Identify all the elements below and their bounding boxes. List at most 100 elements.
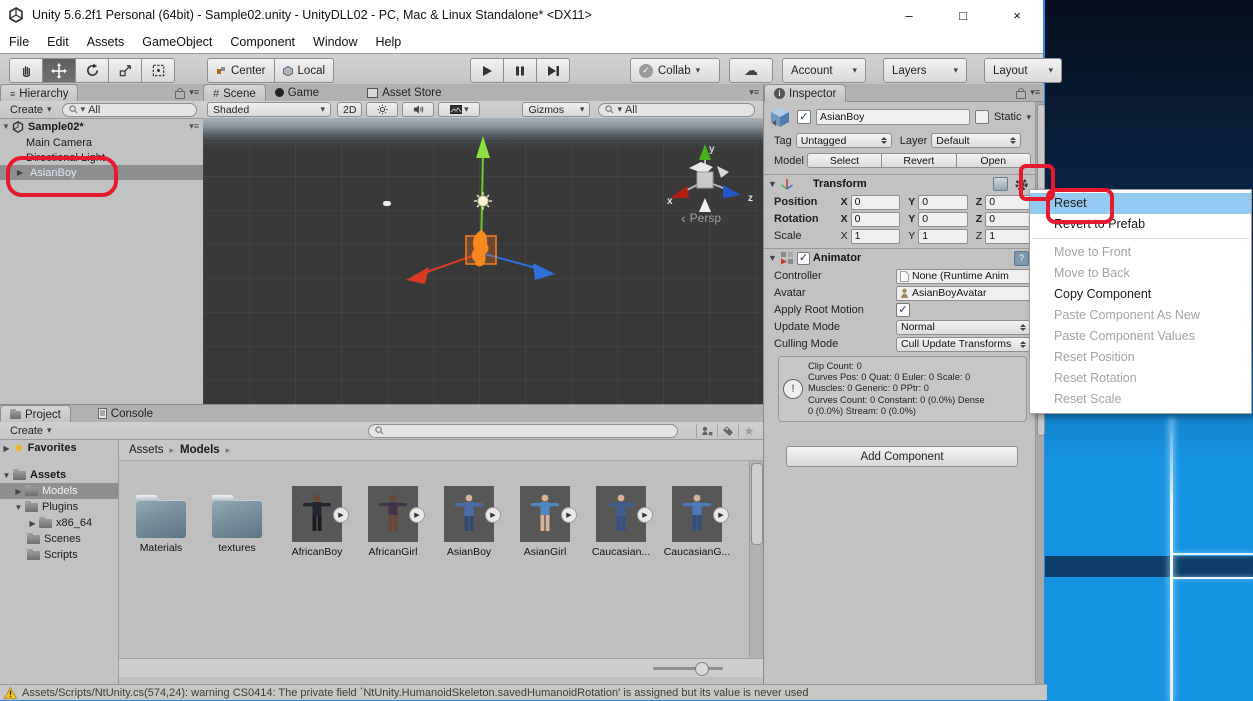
- layout-dropdown[interactable]: Layout ▾: [984, 58, 1062, 83]
- asset-item-asianboy[interactable]: ▶ AsianBoy: [431, 484, 507, 558]
- tree-scenes[interactable]: Scenes: [0, 531, 118, 547]
- hierarchy-search-input[interactable]: ▾ All: [62, 103, 197, 117]
- panel-menu-icon[interactable]: ▾≡: [189, 87, 199, 98]
- scene-row[interactable]: ▼ Sample02* ▾≡: [0, 118, 203, 135]
- menu-gameobject[interactable]: GameObject: [133, 35, 221, 49]
- tree-favorites[interactable]: ▶ ★ Favorites: [0, 440, 118, 456]
- menu-item-revert-to-prefab[interactable]: Revert to Prefab: [1030, 214, 1251, 235]
- scale-z-field[interactable]: 1: [985, 229, 1031, 244]
- menu-item-reset-rotation[interactable]: Reset Rotation: [1030, 368, 1251, 389]
- console-tab[interactable]: Console: [89, 405, 162, 422]
- move-tool-button[interactable]: [43, 58, 76, 83]
- animator-enabled-checkbox[interactable]: ✓: [797, 252, 810, 265]
- controller-object-field[interactable]: None (Runtime Anim: [896, 269, 1031, 284]
- gameobject-name-field[interactable]: AsianBoy: [816, 109, 970, 125]
- fold-open-icon[interactable]: ▼: [768, 179, 777, 189]
- menu-help[interactable]: Help: [366, 35, 410, 49]
- rect-tool-button[interactable]: [142, 58, 175, 83]
- tree-models[interactable]: ▶ Models: [0, 483, 118, 499]
- expand-model-icon[interactable]: ▶: [637, 507, 653, 523]
- shaded-dropdown[interactable]: Shaded▾: [207, 102, 331, 117]
- position-y-field[interactable]: 0: [918, 195, 968, 210]
- project-search-input[interactable]: [368, 424, 678, 438]
- maximize-button[interactable]: □: [951, 8, 975, 23]
- inspector-tab[interactable]: i Inspector: [764, 84, 846, 102]
- asset-item-africangirl[interactable]: ▶ AfricanGirl: [355, 484, 431, 558]
- fold-closed-icon[interactable]: ▶: [0, 487, 25, 496]
- scene-search-input[interactable]: ▾ All: [598, 103, 755, 117]
- add-component-button[interactable]: Add Component: [786, 446, 1018, 467]
- position-z-field[interactable]: 0: [985, 195, 1031, 210]
- menu-item-move-to-front[interactable]: Move to Front: [1030, 242, 1251, 263]
- 2d-toggle-button[interactable]: 2D: [337, 102, 362, 117]
- project-tab[interactable]: Project: [0, 405, 71, 423]
- gizmos-dropdown[interactable]: Gizmos▾: [522, 102, 590, 117]
- asset-item-textures[interactable]: textures: [199, 486, 275, 554]
- cloud-services-button[interactable]: ☁: [729, 58, 773, 83]
- scale-y-field[interactable]: 1: [918, 229, 968, 244]
- asset-store-tab[interactable]: Asset Store: [358, 84, 450, 101]
- expand-model-icon[interactable]: ▶: [409, 507, 425, 523]
- rotation-x-field[interactable]: 0: [851, 212, 901, 227]
- menu-item-paste-component-as-new[interactable]: Paste Component As New: [1030, 305, 1251, 326]
- collab-dropdown[interactable]: ✓ Collab ▾: [630, 58, 720, 83]
- menu-item-reset-scale[interactable]: Reset Scale: [1030, 389, 1251, 410]
- rotation-y-field[interactable]: 0: [918, 212, 968, 227]
- tree-scripts[interactable]: Scripts: [0, 547, 118, 563]
- pause-button[interactable]: [504, 58, 537, 83]
- tree-x86-64[interactable]: ▶ x86_64: [0, 515, 118, 531]
- slider-thumb[interactable]: [695, 662, 709, 676]
- fold-open-icon[interactable]: ▼: [0, 503, 25, 512]
- project-scrollbar[interactable]: [749, 461, 763, 659]
- expand-model-icon[interactable]: ▶: [333, 507, 349, 523]
- hierarchy-item-asianboy[interactable]: ▶ AsianBoy: [0, 165, 203, 180]
- expand-model-icon[interactable]: ▶: [485, 507, 501, 523]
- audio-toggle-button[interactable]: [402, 102, 434, 117]
- title-bar[interactable]: Unity 5.6.2f1 Personal (64bit) - Sample0…: [0, 0, 1043, 31]
- rotation-z-field[interactable]: 0: [985, 212, 1031, 227]
- minimize-button[interactable]: –: [897, 8, 921, 23]
- layer-dropdown[interactable]: Default: [931, 133, 1021, 148]
- hand-tool-button[interactable]: [9, 58, 43, 83]
- active-checkbox[interactable]: ✓: [797, 110, 811, 124]
- menu-component[interactable]: Component: [221, 35, 304, 49]
- presets-icon[interactable]: [993, 177, 1008, 191]
- rotate-tool-button[interactable]: [76, 58, 109, 83]
- lock-icon[interactable]: [175, 91, 185, 99]
- search-filter-caret-icon[interactable]: ▾: [81, 104, 86, 115]
- search-by-type-icon[interactable]: [696, 424, 717, 438]
- play-button[interactable]: [470, 58, 504, 83]
- game-tab[interactable]: Game: [266, 84, 328, 101]
- hierarchy-item-directional-light[interactable]: Directional Light: [0, 150, 203, 165]
- scene-viewport[interactable]: y x z ‹ Persp: [203, 118, 763, 405]
- fold-open-icon[interactable]: ▼: [768, 253, 777, 263]
- model-revert-button[interactable]: Revert: [882, 153, 956, 168]
- static-dropdown-icon[interactable]: ▾: [1026, 112, 1031, 123]
- asset-item-caucasianboy[interactable]: ▶ Caucasian...: [583, 484, 659, 558]
- tree-plugins[interactable]: ▼ Plugins: [0, 499, 118, 515]
- animator-header[interactable]: ▼ ✓ Animator ?: [764, 248, 1035, 267]
- asset-item-africanboy[interactable]: ▶ AfricanBoy: [279, 484, 355, 558]
- menu-edit[interactable]: Edit: [38, 35, 78, 49]
- search-by-label-icon[interactable]: [717, 424, 738, 438]
- lock-icon[interactable]: [1016, 91, 1026, 99]
- menu-item-move-to-back[interactable]: Move to Back: [1030, 263, 1251, 284]
- scene-tab[interactable]: #Scene: [203, 84, 266, 102]
- fold-open-icon[interactable]: ▼: [0, 471, 13, 480]
- fold-closed-icon[interactable]: ▶: [0, 168, 26, 177]
- project-create-button[interactable]: Create▾: [4, 424, 58, 437]
- tag-dropdown[interactable]: Untagged: [796, 133, 892, 148]
- space-toggle-button[interactable]: Local: [275, 58, 335, 83]
- scale-tool-button[interactable]: [109, 58, 142, 83]
- gameobject-cube-icon[interactable]: [768, 105, 792, 129]
- hierarchy-create-button[interactable]: Create▾: [4, 103, 58, 116]
- panel-menu-icon[interactable]: ▾≡: [749, 87, 759, 98]
- scale-x-field[interactable]: 1: [851, 229, 901, 244]
- fold-open-icon[interactable]: ▼: [0, 122, 12, 131]
- breadcrumb-models[interactable]: Models: [180, 444, 220, 456]
- layers-dropdown[interactable]: Layers ▾: [883, 58, 967, 83]
- panel-menu-icon[interactable]: ▾≡: [1030, 87, 1040, 98]
- menu-item-copy-component[interactable]: Copy Component: [1030, 284, 1251, 305]
- static-checkbox[interactable]: [975, 110, 989, 124]
- asset-item-caucasiangirl[interactable]: ▶ CaucasianG...: [659, 484, 735, 558]
